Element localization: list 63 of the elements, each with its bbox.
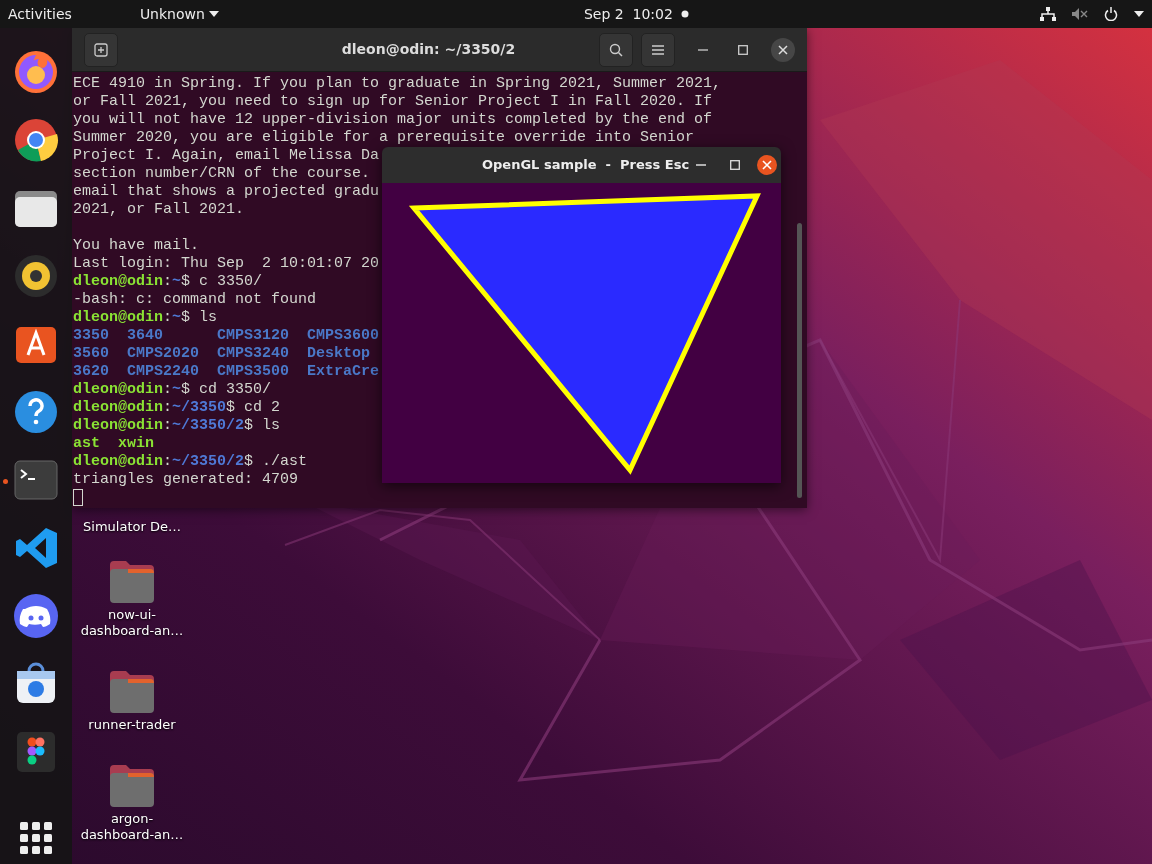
terminal-line: email that shows a projected gradu [73,183,380,201]
terminal-line: 3350 3640 CMPS3120 CMPS3600 [73,327,380,345]
speaker-icon[interactable] [13,253,59,299]
desktop-icon-label[interactable]: now-ui-dashboard-an… [77,607,187,639]
round-browser-icon[interactable] [13,117,59,163]
terminal-line: or Fall 2021, you need to sign up for Senior Project I in Fall 2020. If [73,93,713,111]
code-editor-icon[interactable] [13,525,59,571]
terminal-line: ast xwin [73,435,154,453]
close-icon [762,160,773,170]
close-button[interactable] [757,155,778,175]
terminal-line: dleon@odin:~$ cd 3350/ [73,381,272,399]
minimize-icon [696,164,707,166]
terminal-line: dleon@odin:~$ ls [73,309,218,327]
terminal-line: section number/CRN of the course. [73,165,371,183]
game-controller-icon[interactable] [13,593,59,639]
menu-button[interactable] [641,32,675,67]
terminal-line: dleon@odin:~/3350/2$ ./ast [73,453,308,471]
power-icon[interactable] [1104,7,1118,21]
terminal-line: you will not have 12 upper-division major units completed by the end of [73,111,713,129]
app-grid-icon[interactable] [20,822,52,854]
terminal-line: -bash: c: command not found [73,291,317,309]
folder-icon[interactable] [108,559,156,603]
window-title: OpenGL sample - Press Esc [482,156,690,175]
desktop-icon-label[interactable]: Simulator De… [77,519,187,535]
terminal-line: 2021, or Fall 2021. [73,201,245,219]
new-tab-icon [94,42,108,57]
terminal-line: dleon@odin:~$ c 3350/ [73,273,263,291]
window-title: dleon@odin: ~/3350/2 [340,40,517,59]
terminal-line: 3560 CMPS2020 CMPS3240 Desktop [73,345,371,363]
terminal-line: 3620 CMPS2240 CMPS3500 ExtraCre [73,363,380,381]
terminal-line: Last login: Thu Sep 2 10:01:07 20 [73,255,380,273]
new-tab-button[interactable] [84,32,118,67]
close-button[interactable] [771,37,795,62]
minimize-icon [698,48,708,51]
terminal-line: ECE 4910 in Spring. If you plan to graduate in Spring 2021, Summer 2021, [73,75,722,93]
terminal-icon[interactable] [13,457,59,503]
muted-volume-icon[interactable] [1072,7,1088,21]
terminal-line: dleon@odin:~/3350/2$ ls [73,417,281,435]
maximize-icon [730,160,741,170]
app-menu[interactable]: Unknown [139,3,219,25]
terminal-line: Summer 2020, you are eligible for a prerequisite override into Senior [73,129,695,147]
desktop-icon-label[interactable]: runner-trader [77,717,187,733]
caret-icon[interactable] [1134,11,1144,17]
close-icon [778,44,788,55]
caret-icon[interactable] [208,11,219,17]
fox-browser-icon[interactable] [13,49,59,95]
activities-button[interactable]: Activities [8,3,72,25]
folder-icon[interactable] [108,669,156,713]
terminal-line: Project I. Again, email Melissa Da [73,147,380,165]
desktop-icon-label[interactable]: argon-dashboard-an… [77,811,187,843]
menu-icon [652,44,664,55]
folder-icon[interactable] [108,763,156,807]
terminal-line: dleon@odin:~/3350$ cd 2 [73,399,281,417]
network-icon[interactable] [1040,7,1056,21]
search-button[interactable] [599,32,633,67]
clock[interactable]: Sep 2 10:02 [583,3,673,25]
maximize-icon [738,44,748,55]
search-icon [609,42,623,57]
scrollbar[interactable] [797,223,802,498]
app-menu-label: Unknown [139,4,205,24]
terminal-line: triangles generated: 4709 [73,471,299,489]
terminal-line: You have mail. [73,237,200,255]
help-icon[interactable] [13,389,59,435]
